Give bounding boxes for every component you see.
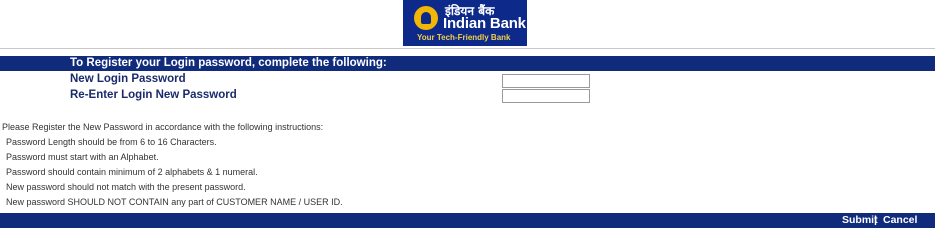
indian-bank-logo: इंडियन बैंक Indian Bank Your Tech-Friend…	[403, 0, 527, 46]
top-band: इंडियन बैंक Indian Bank Your Tech-Friend…	[0, 0, 935, 48]
password-instructions: Please Register the New Password in acco…	[2, 122, 343, 207]
instructions-intro: Please Register the New Password in acco…	[2, 122, 324, 132]
footer-separator: |	[874, 214, 877, 226]
submit-link[interactable]: Submit	[842, 214, 878, 226]
instruction-item: Password Length should be from 6 to 16 C…	[6, 137, 217, 147]
form-title-bar: To Register your Login password, complet…	[0, 56, 935, 71]
reenter-password-input[interactable]	[502, 89, 590, 103]
footer-action-bar: Submit | Cancel	[0, 213, 935, 228]
instruction-item: New password SHOULD NOT CONTAIN any part…	[6, 197, 343, 207]
instruction-item: Password must start with an Alphabet.	[6, 152, 159, 162]
logo-tagline: Your Tech-Friendly Bank	[417, 33, 511, 42]
bank-emblem-icon	[414, 6, 438, 30]
header-divider	[0, 48, 935, 49]
reenter-password-label: Re-Enter Login New Password	[70, 89, 237, 101]
logo-name: Indian Bank	[443, 15, 526, 32]
instruction-item: New password should not match with the p…	[6, 182, 246, 192]
new-password-label: New Login Password	[70, 73, 186, 85]
cancel-link[interactable]: Cancel	[883, 214, 917, 226]
instruction-item: Password should contain minimum of 2 alp…	[6, 167, 258, 177]
new-password-input[interactable]	[502, 74, 590, 88]
form-title: To Register your Login password, complet…	[70, 57, 387, 69]
